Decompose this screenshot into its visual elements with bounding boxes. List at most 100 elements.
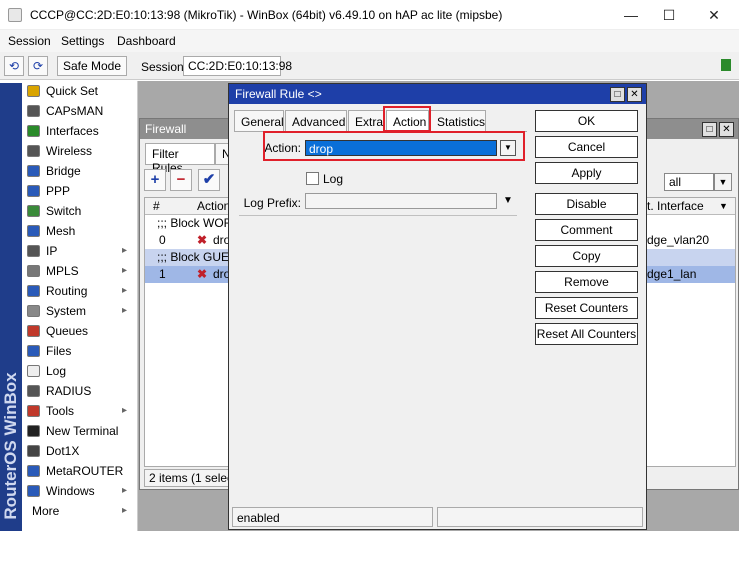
sidebar-item-log[interactable]: Log bbox=[22, 361, 138, 381]
divider bbox=[239, 215, 517, 216]
column-number[interactable]: # bbox=[153, 198, 160, 215]
comment-button[interactable]: Comment bbox=[535, 219, 638, 241]
sidebar-item-label: More bbox=[32, 504, 60, 518]
bridge-icon bbox=[27, 165, 40, 177]
row-comment-text: ;;; Block WOR bbox=[157, 216, 233, 230]
log-prefix-label: Log Prefix: bbox=[243, 196, 301, 210]
metarouter-icon bbox=[27, 465, 40, 477]
tab-general[interactable]: General bbox=[234, 110, 284, 132]
sidebar-item-label: Tools bbox=[46, 404, 75, 418]
sidebar-item-files[interactable]: Files bbox=[22, 341, 138, 361]
chevron-down-icon[interactable]: ▼ bbox=[714, 173, 732, 191]
sidebar-item-dot1x[interactable]: Dot1X bbox=[22, 441, 138, 461]
table-row-selected[interactable]: dge1_lan bbox=[641, 266, 735, 283]
column-action[interactable]: Action bbox=[197, 198, 230, 215]
sidebar-item-queues[interactable]: Queues bbox=[22, 321, 138, 341]
redo-button[interactable]: ⟳ bbox=[28, 56, 48, 76]
add-rule-button[interactable]: + bbox=[144, 169, 166, 191]
sidebar-item-label: Windows bbox=[46, 484, 95, 498]
sidebar-item-radius[interactable]: RADIUS bbox=[22, 381, 138, 401]
log-checkbox[interactable] bbox=[306, 172, 319, 185]
menu-session[interactable]: Session bbox=[8, 34, 51, 48]
maximize-icon[interactable]: □ bbox=[610, 87, 625, 102]
safe-mode-button[interactable]: Safe Mode bbox=[57, 56, 127, 76]
sidebar-item-wireless[interactable]: Wireless bbox=[22, 141, 138, 161]
minimize-button[interactable]: — bbox=[617, 6, 645, 24]
copy-button[interactable]: Copy bbox=[535, 245, 638, 267]
column-out-interface[interactable]: t. Interface bbox=[647, 198, 704, 215]
sidebar-item-label: Quick Set bbox=[46, 84, 99, 98]
cancel-button[interactable]: Cancel bbox=[535, 136, 638, 158]
sidebar-item-new-terminal[interactable]: New Terminal bbox=[22, 421, 138, 441]
sidebar-item-windows[interactable]: Windows ▸ bbox=[22, 481, 138, 501]
log-icon bbox=[27, 365, 40, 377]
disable-button[interactable]: Disable bbox=[535, 193, 638, 215]
sidebar-item-label: IP bbox=[46, 244, 58, 258]
rules-table-right: t. Interface ▼ dge_vlan20 dge1_lan bbox=[640, 197, 736, 467]
dialog-body bbox=[234, 131, 527, 511]
sidebar-item-routing[interactable]: Routing ▸ bbox=[22, 281, 138, 301]
plus-icon: + bbox=[150, 171, 160, 188]
session-field[interactable]: CC:2D:E0:10:13:98 bbox=[183, 56, 292, 76]
capsman-icon bbox=[27, 105, 40, 117]
ok-button[interactable]: OK bbox=[535, 110, 638, 132]
submenu-arrow-icon: ▸ bbox=[122, 245, 128, 256]
filter-all-select[interactable]: all bbox=[664, 173, 714, 191]
sidebar-item-label: Files bbox=[46, 344, 72, 358]
table-row[interactable]: dge_vlan20 bbox=[641, 232, 735, 249]
wireless-icon bbox=[27, 145, 40, 157]
mesh-icon bbox=[27, 225, 40, 237]
remove-button[interactable]: Remove bbox=[535, 271, 638, 293]
undo-button[interactable]: ⟲ bbox=[4, 56, 24, 76]
tab-filter-rules[interactable]: Filter Rules bbox=[145, 143, 215, 175]
mpls-icon bbox=[27, 265, 40, 277]
sidebar-item-label: Dot1X bbox=[46, 444, 80, 458]
enable-rule-button[interactable]: ✔ bbox=[198, 169, 220, 191]
sidebar-item-mpls[interactable]: MPLS ▸ bbox=[22, 261, 138, 281]
sidebar-item-quick-set[interactable]: Quick Set bbox=[22, 81, 138, 101]
sidebar-item-bridge[interactable]: Bridge bbox=[22, 161, 138, 181]
tab-extra[interactable]: Extra bbox=[348, 110, 384, 132]
tab-statistics[interactable]: Statistics bbox=[430, 110, 486, 132]
sidebar-item-mesh[interactable]: Mesh bbox=[22, 221, 138, 241]
firewall-title: Firewall bbox=[145, 122, 187, 136]
radius-icon bbox=[27, 385, 40, 397]
chevron-down-icon[interactable]: ▼ bbox=[503, 195, 513, 206]
menu-bar: Session Settings Dashboard bbox=[0, 30, 739, 52]
firewall-rule-dialog: Firewall Rule <> □ ✕ General Advanced Ext… bbox=[228, 83, 647, 530]
sidebar-item-ip[interactable]: IP ▸ bbox=[22, 241, 138, 261]
sidebar-item-ppp[interactable]: PPP bbox=[22, 181, 138, 201]
remove-rule-button[interactable]: − bbox=[170, 169, 192, 191]
close-icon[interactable]: ✕ bbox=[719, 122, 734, 137]
apply-button[interactable]: Apply bbox=[535, 162, 638, 184]
maximize-icon[interactable]: □ bbox=[702, 122, 717, 137]
table-row-comment[interactable] bbox=[641, 249, 735, 266]
sidebar-item-capsman[interactable]: CAPsMAN bbox=[22, 101, 138, 121]
minus-icon: − bbox=[176, 171, 186, 188]
routing-icon bbox=[27, 285, 40, 297]
sidebar-item-system[interactable]: System ▸ bbox=[22, 301, 138, 321]
tab-advanced[interactable]: Advanced bbox=[285, 110, 347, 132]
maximize-button[interactable]: ☐ bbox=[655, 6, 683, 24]
sidebar-item-label: Switch bbox=[46, 204, 82, 218]
log-prefix-field[interactable] bbox=[305, 193, 497, 209]
interfaces-icon bbox=[27, 125, 40, 137]
sidebar-item-tools[interactable]: Tools ▸ bbox=[22, 401, 138, 421]
menu-settings[interactable]: Settings bbox=[61, 34, 104, 48]
sidebar-item-metarouter[interactable]: MetaROUTER bbox=[22, 461, 138, 481]
reset-all-counters-button[interactable]: Reset All Counters bbox=[535, 323, 638, 345]
reset-counters-button[interactable]: Reset Counters bbox=[535, 297, 638, 319]
menu-dashboard[interactable]: Dashboard bbox=[117, 34, 176, 48]
chevron-down-icon[interactable]: ▼ bbox=[719, 198, 728, 215]
terminal-icon bbox=[27, 425, 40, 437]
submenu-arrow-icon: ▸ bbox=[122, 505, 128, 516]
sidebar-item-interfaces[interactable]: Interfaces bbox=[22, 121, 138, 141]
system-icon bbox=[27, 305, 40, 317]
close-icon[interactable]: ✕ bbox=[627, 87, 642, 102]
sidebar-item-more[interactable]: More ▸ bbox=[22, 501, 138, 521]
drop-icon: ✖ bbox=[197, 233, 208, 247]
ppp-icon bbox=[27, 185, 40, 197]
sidebar-item-switch[interactable]: Switch bbox=[22, 201, 138, 221]
close-button[interactable]: ✕ bbox=[700, 6, 728, 24]
undo-icon: ⟲ bbox=[8, 59, 20, 73]
